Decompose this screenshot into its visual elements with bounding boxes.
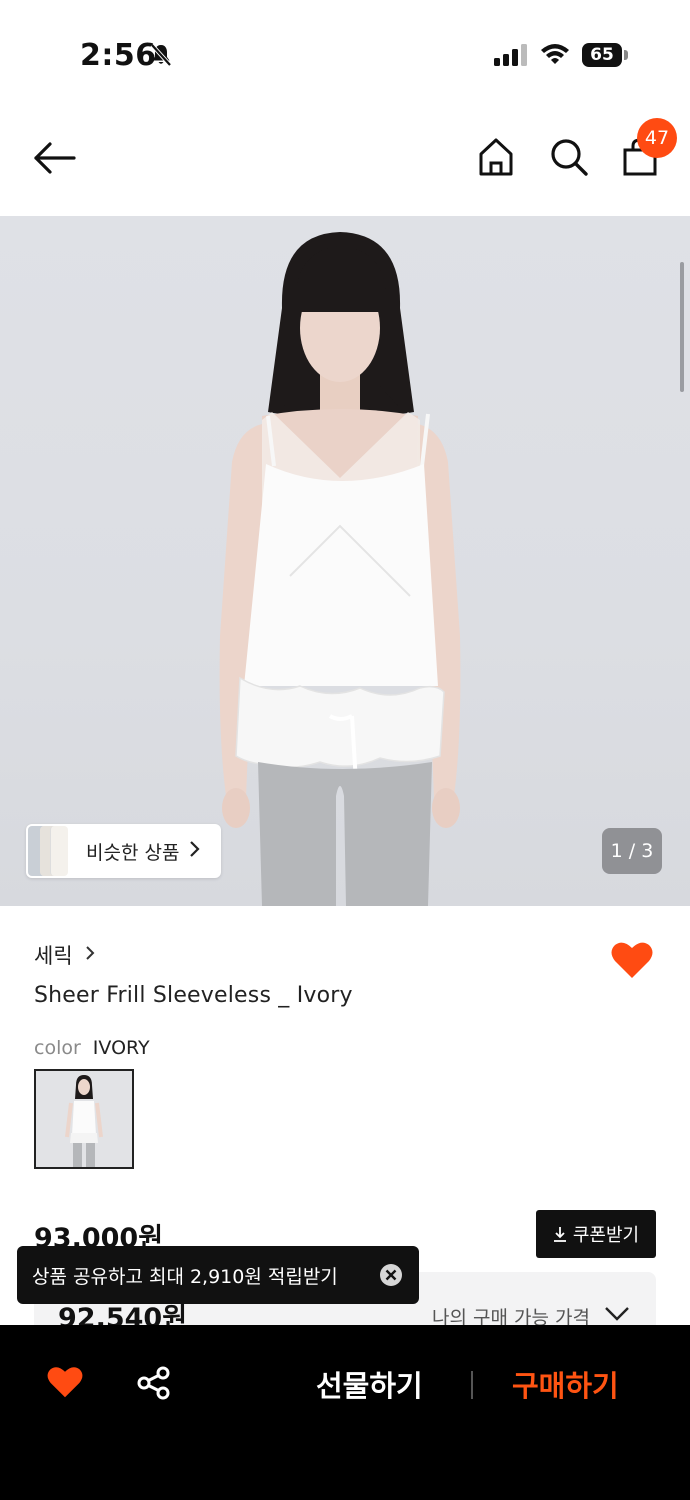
brand-link[interactable]: 세릭: [34, 940, 95, 970]
battery-level: 65: [582, 43, 622, 67]
chevron-right-icon: [85, 945, 95, 965]
cart-count-badge: 47: [637, 118, 677, 158]
home-icon[interactable]: [476, 136, 516, 182]
wishlist-heart-icon[interactable]: [610, 940, 654, 984]
share-reward-toast: 상품 공유하고 최대 2,910원 적립받기: [17, 1246, 419, 1304]
divider: [471, 1371, 473, 1399]
chevron-right-icon: [189, 840, 201, 862]
buy-button[interactable]: 구매하기: [512, 1363, 619, 1405]
color-value: IVORY: [92, 1037, 150, 1059]
status-time: 2:56: [80, 38, 157, 73]
product-image-carousel[interactable]: 비슷한 상품 1 / 3: [0, 216, 690, 906]
download-icon: [553, 1227, 566, 1242]
bell-slash-icon: [148, 42, 174, 72]
color-option-thumbnail: [36, 1071, 132, 1167]
back-arrow-icon[interactable]: [32, 138, 78, 178]
scroll-indicator[interactable]: [680, 262, 684, 392]
similar-products-button[interactable]: 비슷한 상품: [26, 824, 221, 878]
product-title: Sheer Frill Sleeveless _ Ivory: [34, 983, 353, 1008]
like-heart-icon[interactable]: [46, 1365, 84, 1403]
chevron-down-icon[interactable]: [604, 1306, 630, 1326]
battery-tip: [624, 50, 628, 60]
image-page-indicator: 1 / 3: [602, 828, 662, 874]
search-icon[interactable]: [548, 136, 590, 182]
share-icon[interactable]: [136, 1365, 172, 1405]
gift-button[interactable]: 선물하기: [316, 1363, 423, 1405]
coupon-download-button[interactable]: 쿠폰받기: [536, 1210, 656, 1258]
brand-name: 세릭: [34, 944, 73, 968]
product-photo: [219, 232, 461, 906]
toast-text: 상품 공유하고 최대 2,910원 적립받기: [32, 1265, 338, 1288]
color-label: color: [34, 1037, 81, 1059]
similar-products-label: 비슷한 상품: [86, 841, 180, 864]
bottom-action-bar: 선물하기 구매하기: [0, 1325, 690, 1500]
coupon-label: 쿠폰받기: [572, 1225, 640, 1246]
similar-products-thumbnails: [28, 824, 68, 878]
close-icon[interactable]: [379, 1263, 403, 1291]
status-bar: 2:56 65: [0, 0, 690, 110]
cellular-signal-icon: [494, 44, 528, 70]
top-nav: [0, 110, 690, 216]
color-row: color IVORY: [34, 1037, 150, 1059]
wifi-icon: [540, 42, 570, 70]
color-option-ivory[interactable]: [34, 1069, 134, 1169]
